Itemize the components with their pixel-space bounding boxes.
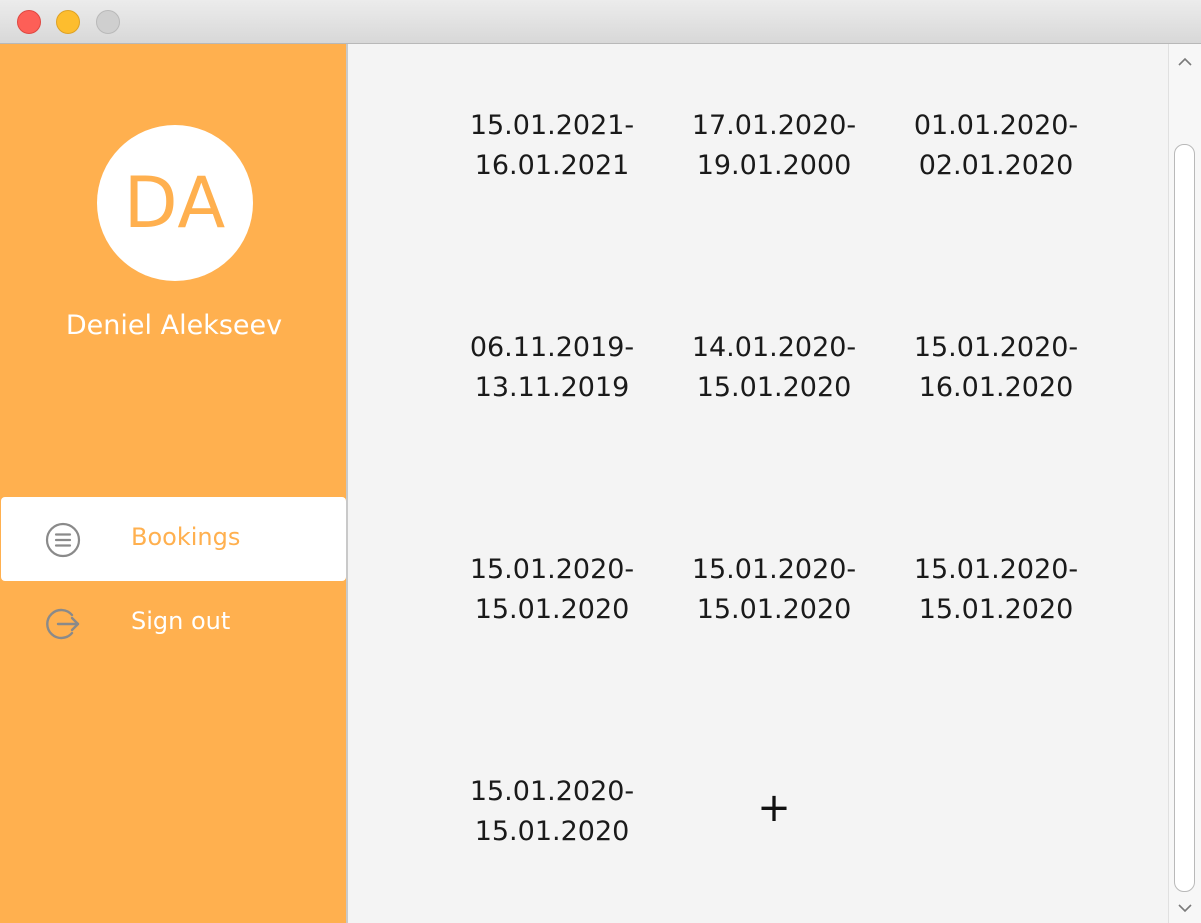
title-bar — [0, 0, 1201, 44]
close-window-button[interactable] — [17, 10, 41, 34]
scroll-up-arrow-icon[interactable] — [1169, 48, 1201, 76]
sidebar: DA Deniel Alekseev Bookings Sign out — [0, 44, 348, 923]
add-booking-button[interactable]: + — [752, 786, 796, 830]
booking-card[interactable]: 01.01.2020- 02.01.2020 — [896, 106, 1096, 186]
booking-start-date: 15.01.2020- — [913, 332, 1079, 363]
minimize-window-button[interactable] — [56, 10, 80, 34]
booking-start-date: 15.01.2020- — [691, 554, 857, 585]
booking-start-date: 15.01.2020- — [469, 554, 635, 585]
booking-end-date: 15.01.2020 — [696, 372, 852, 403]
booking-end-date: 13.11.2019 — [474, 372, 630, 403]
sidebar-item-label: Bookings — [131, 523, 241, 551]
booking-end-date: 16.01.2020 — [918, 372, 1074, 403]
sidebar-item-bookings[interactable]: Bookings — [1, 497, 346, 581]
booking-card[interactable]: 15.01.2020- 15.01.2020 — [452, 772, 652, 852]
booking-card[interactable]: 06.11.2019- 13.11.2019 — [452, 328, 652, 408]
booking-end-date: 19.01.2000 — [696, 150, 852, 181]
booking-end-date: 15.01.2020 — [474, 594, 630, 625]
list-circle-icon — [45, 522, 81, 558]
booking-end-date: 15.01.2020 — [918, 594, 1074, 625]
booking-card[interactable]: 15.01.2020- 16.01.2020 — [896, 328, 1096, 408]
booking-end-date: 16.01.2021 — [474, 150, 630, 181]
sidebar-item-sign-out[interactable]: Sign out — [1, 581, 346, 665]
booking-end-date: 15.01.2020 — [696, 594, 852, 625]
booking-end-date: 15.01.2020 — [474, 816, 630, 847]
avatar-initials: DA — [123, 162, 227, 244]
scroll-down-arrow-icon[interactable] — [1169, 894, 1201, 922]
booking-card[interactable]: 15.01.2020- 15.01.2020 — [674, 550, 874, 630]
booking-card[interactable]: 17.01.2020- 19.01.2000 — [674, 106, 874, 186]
booking-end-date: 02.01.2020 — [918, 150, 1074, 181]
booking-start-date: 01.01.2020- — [913, 110, 1079, 141]
booking-start-date: 15.01.2020- — [913, 554, 1079, 585]
booking-card[interactable]: 15.01.2020- 15.01.2020 — [452, 550, 652, 630]
booking-start-date: 14.01.2020- — [691, 332, 857, 363]
bookings-grid: 15.01.2021- 16.01.2021 17.01.2020- 19.01… — [349, 44, 1168, 923]
booking-start-date: 15.01.2020- — [469, 776, 635, 807]
app-window: DA Deniel Alekseev Bookings Sign out 15.… — [0, 0, 1201, 923]
scroll-thumb[interactable] — [1174, 144, 1195, 892]
sidebar-item-label: Sign out — [131, 607, 231, 635]
booking-card[interactable]: 14.01.2020- 15.01.2020 — [674, 328, 874, 408]
booking-start-date: 17.01.2020- — [691, 110, 857, 141]
booking-start-date: 06.11.2019- — [469, 332, 635, 363]
sign-out-icon — [45, 606, 81, 642]
avatar: DA — [97, 125, 253, 281]
booking-card[interactable]: 15.01.2021- 16.01.2021 — [452, 106, 652, 186]
user-name: Deniel Alekseev — [65, 310, 283, 341]
maximize-window-button[interactable] — [96, 10, 120, 34]
vertical-scrollbar[interactable] — [1168, 44, 1201, 923]
booking-card[interactable]: 15.01.2020- 15.01.2020 — [896, 550, 1096, 630]
booking-start-date: 15.01.2021- — [469, 110, 635, 141]
